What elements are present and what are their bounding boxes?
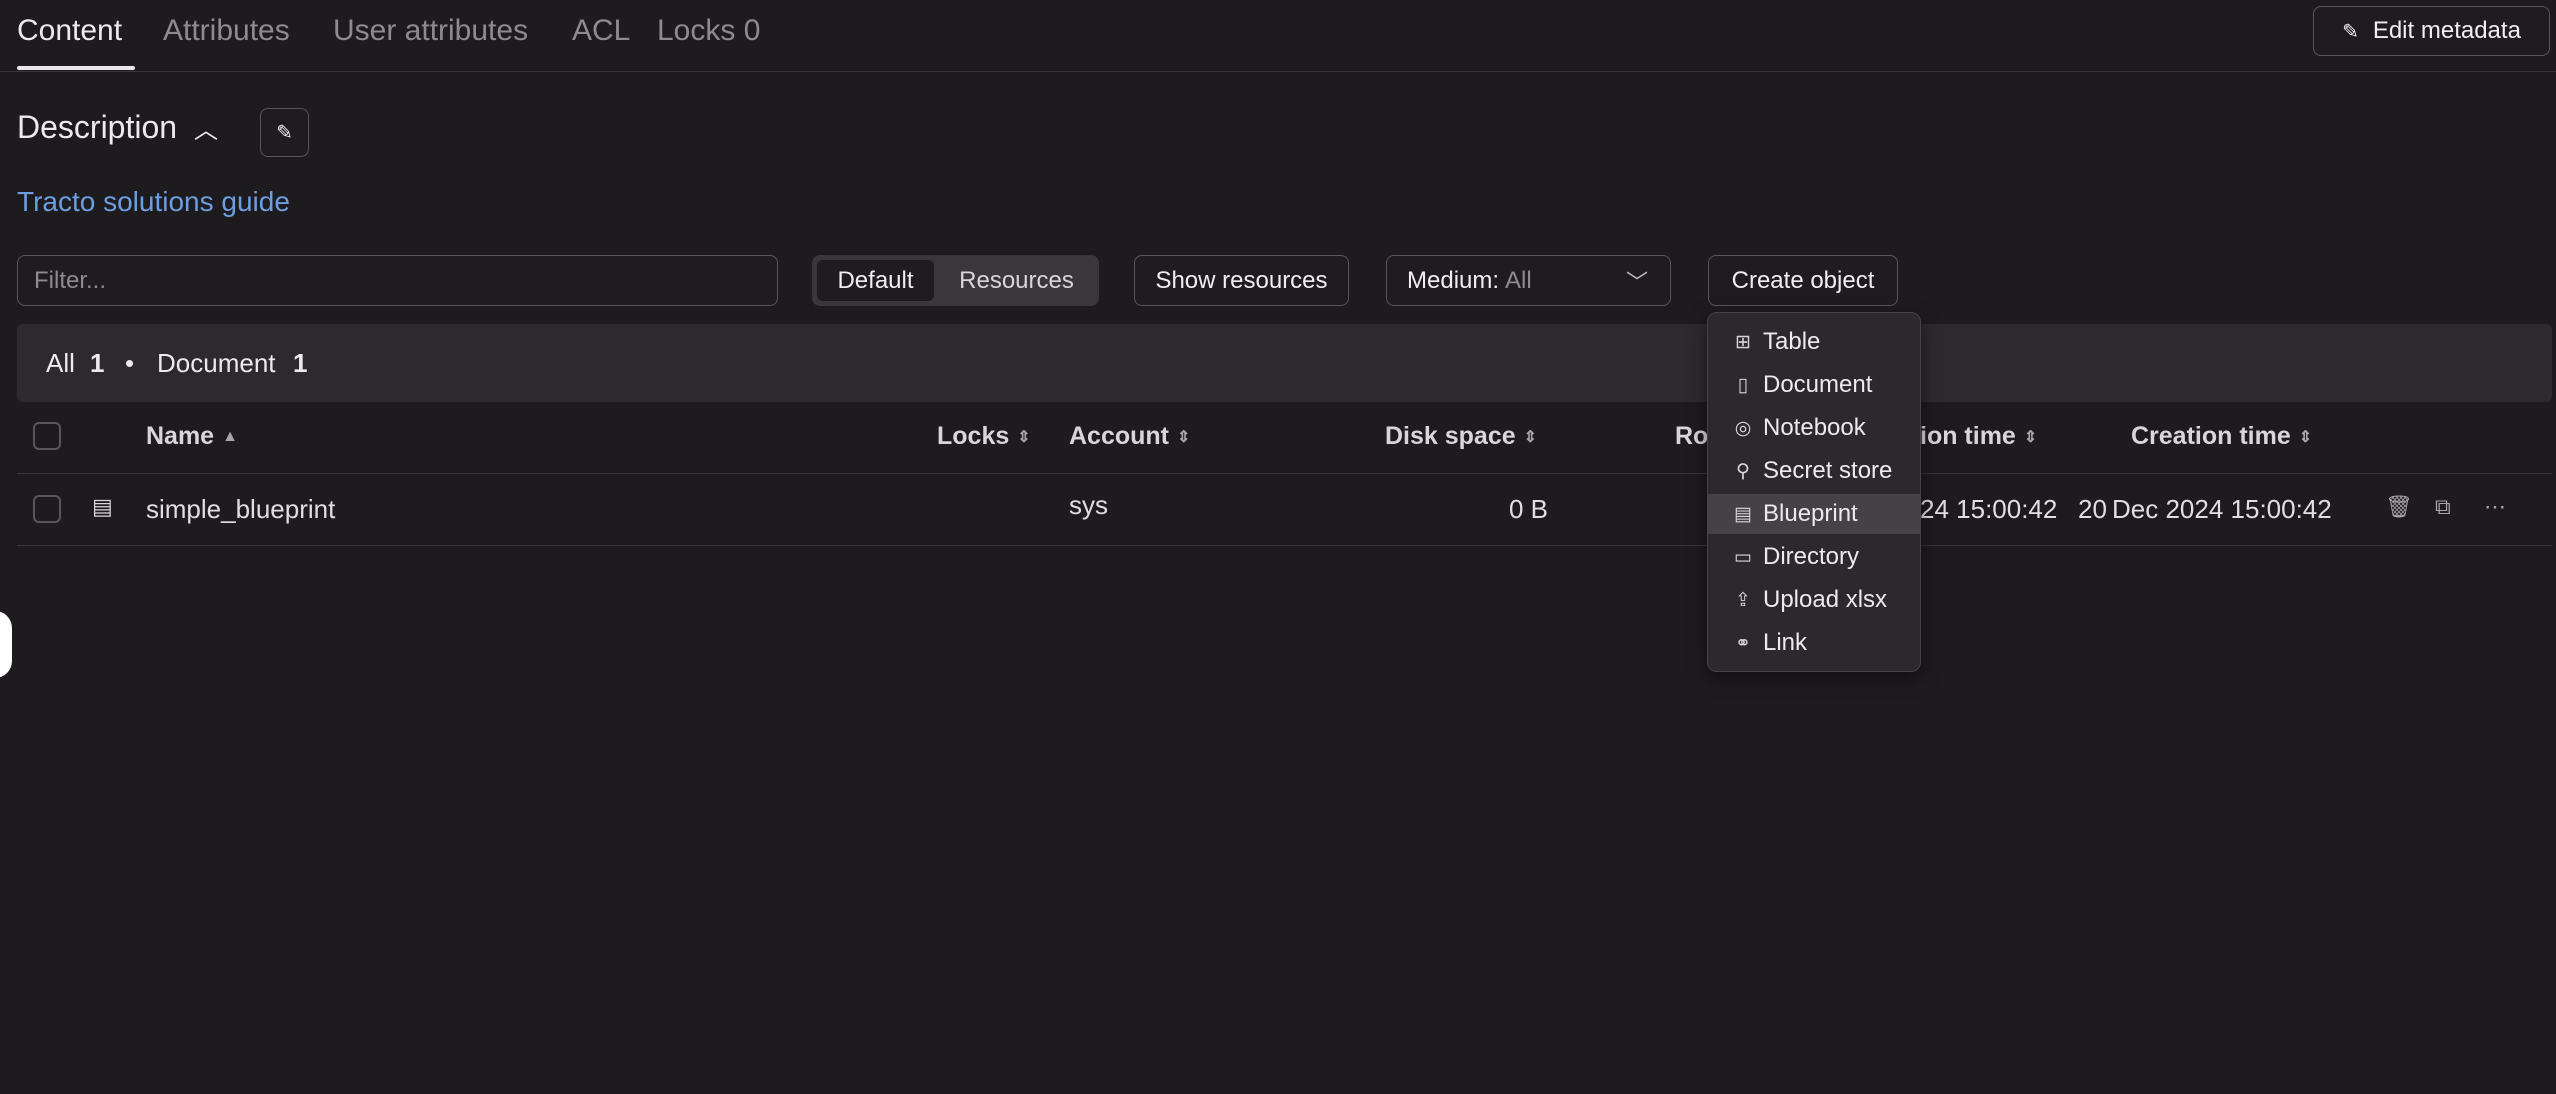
summary-document-label[interactable]: Document [157, 348, 276, 379]
row-creation-time-prefix: 20 [2078, 494, 2107, 524]
column-header-modification-time[interactable]: ion time ⇕ [1920, 422, 2037, 451]
sort-icon: ⇕ [1017, 429, 1031, 447]
summary-all-label[interactable]: All [46, 348, 75, 379]
column-header-creation-time-label: Creation time [2131, 422, 2291, 450]
column-header-account-label: Account [1069, 422, 1169, 450]
edit-metadata-label: Edit metadata [2372, 17, 2521, 44]
row-disk-space: 0 B [1509, 494, 1549, 524]
upload-icon: ⇪ [1735, 589, 1751, 611]
sort-icon: ⇕ [1523, 429, 1538, 447]
edit-metadata-button[interactable]: ✎ Edit metadata [2313, 6, 2550, 56]
row-checkbox[interactable] [33, 495, 61, 523]
column-header-locks-label: Locks [937, 422, 1010, 450]
menu-item-label: Notebook [1763, 414, 1866, 441]
medium-value: All [1505, 266, 1532, 294]
tab-content[interactable]: Content [17, 14, 122, 48]
table-icon: ⊞ [1735, 331, 1751, 353]
row-divider [17, 545, 2552, 546]
column-header-account[interactable]: Account ⇕ [1069, 422, 1190, 451]
copy-icon[interactable]: ⧉ [2435, 494, 2451, 520]
select-all-checkbox[interactable] [33, 422, 61, 450]
link-icon: ⚭ [1735, 632, 1751, 654]
medium-select[interactable]: Medium: All ﹀ [1386, 255, 1671, 306]
summary-all-count: 1 [90, 348, 105, 378]
sort-asc-icon: ▲ [222, 428, 238, 446]
column-header-name[interactable]: Name ▲ [146, 422, 238, 451]
column-header-creation-time[interactable]: Creation time ⇕ [2131, 422, 2312, 451]
column-header-locks[interactable]: Locks ⇕ [937, 422, 1031, 451]
directory-icon: ▭ [1734, 546, 1752, 568]
row-name[interactable]: simple_blueprint [146, 494, 335, 525]
column-header-modification-time-label: ion time [1920, 422, 2016, 450]
description-title: Description [17, 109, 178, 145]
column-header-disk-space[interactable]: Disk space ⇕ [1385, 422, 1537, 451]
menu-item-label: Blueprint [1763, 500, 1858, 527]
menu-item-upload-xlsx[interactable]: ⇪ Upload xlsx [1708, 580, 1920, 620]
create-object-menu: ⊞ Table ▯ Document ◎ Notebook ⚲ Secret store… [1707, 312, 1921, 672]
mode-default-button[interactable]: Default [817, 260, 934, 301]
tab-locks-count: 0 [743, 14, 761, 47]
mode-resources-button[interactable]: Resources [939, 260, 1094, 301]
tab-locks-label: Locks [657, 14, 736, 47]
menu-item-table[interactable]: ⊞ Table [1708, 322, 1920, 362]
header-divider [17, 473, 2552, 474]
chevron-up-icon: ︿ [193, 117, 218, 144]
secret-store-icon: ⚲ [1736, 460, 1750, 482]
column-header-ro-label: Ro [1675, 422, 1709, 450]
document-icon: ▯ [1737, 374, 1749, 396]
show-resources-button[interactable]: Show resources [1134, 255, 1349, 306]
tab-user-attributes[interactable]: User attributes [333, 14, 528, 48]
tab-attributes[interactable]: Attributes [163, 14, 290, 48]
column-header-ro[interactable]: Ro [1675, 422, 1708, 451]
separator-dot: • [125, 348, 135, 378]
menu-item-document[interactable]: ▯ Document [1708, 365, 1920, 405]
sort-icon: ⇕ [2298, 429, 2313, 447]
chevron-down-icon: ﹀ [1625, 269, 1648, 295]
sort-icon: ⇕ [1177, 429, 1191, 447]
type-summary-bar: All 1 • Document 1 [17, 324, 2552, 402]
sort-icon: ⇕ [2023, 429, 2038, 447]
menu-item-secret-store[interactable]: ⚲ Secret store [1708, 451, 1920, 491]
trash-icon[interactable]: 🗑 [2385, 494, 2413, 520]
column-header-disk-space-label: Disk space [1385, 422, 1516, 450]
menu-item-blueprint[interactable]: ▤ Blueprint [1708, 494, 1920, 534]
create-object-button[interactable]: Create object [1708, 255, 1898, 306]
description-toggle[interactable]: Description ︿ [17, 109, 218, 146]
menu-item-label: Secret store [1763, 457, 1893, 484]
description-link[interactable]: Tracto solutions guide [17, 186, 290, 218]
summary-document-count: 1 [293, 348, 308, 378]
more-icon[interactable]: ⋯ [2484, 494, 2506, 520]
row-account: sys [1069, 490, 1108, 520]
pencil-icon: ✎ [2342, 20, 2359, 43]
filter-input[interactable]: Filter... [17, 255, 778, 306]
row-creation-time: Dec 2024 15:00:42 [2112, 494, 2332, 524]
row-modification-time: 24 15:00:42 [1920, 494, 2058, 524]
tab-locks[interactable]: Locks 0 [657, 14, 760, 48]
tab-bar: Content Attributes User attributes ACL L… [0, 0, 2556, 72]
menu-item-label: Document [1763, 371, 1873, 398]
filter-placeholder: Filter... [34, 266, 107, 294]
medium-label: Medium: [1407, 266, 1500, 294]
pencil-icon: ✎ [276, 122, 293, 144]
blueprint-icon: ▤ [1734, 503, 1752, 525]
edit-description-button[interactable]: ✎ [260, 108, 309, 157]
menu-item-label: Table [1763, 328, 1821, 355]
menu-item-label: Link [1763, 629, 1808, 656]
column-header-name-label: Name [146, 422, 215, 450]
notebook-icon: ◎ [1734, 417, 1752, 439]
menu-item-directory[interactable]: ▭ Directory [1708, 537, 1920, 577]
menu-item-notebook[interactable]: ◎ Notebook [1708, 408, 1920, 448]
menu-item-label: Upload xlsx [1763, 586, 1888, 613]
tab-acl[interactable]: ACL [572, 14, 630, 48]
view-mode-switch: Default Resources [812, 255, 1099, 306]
menu-item-label: Directory [1763, 543, 1860, 570]
active-tab-indicator [17, 66, 135, 70]
menu-item-link[interactable]: ⚭ Link [1708, 623, 1920, 663]
side-panel-handle[interactable] [0, 611, 12, 678]
blueprint-icon: ▤ [92, 494, 113, 519]
